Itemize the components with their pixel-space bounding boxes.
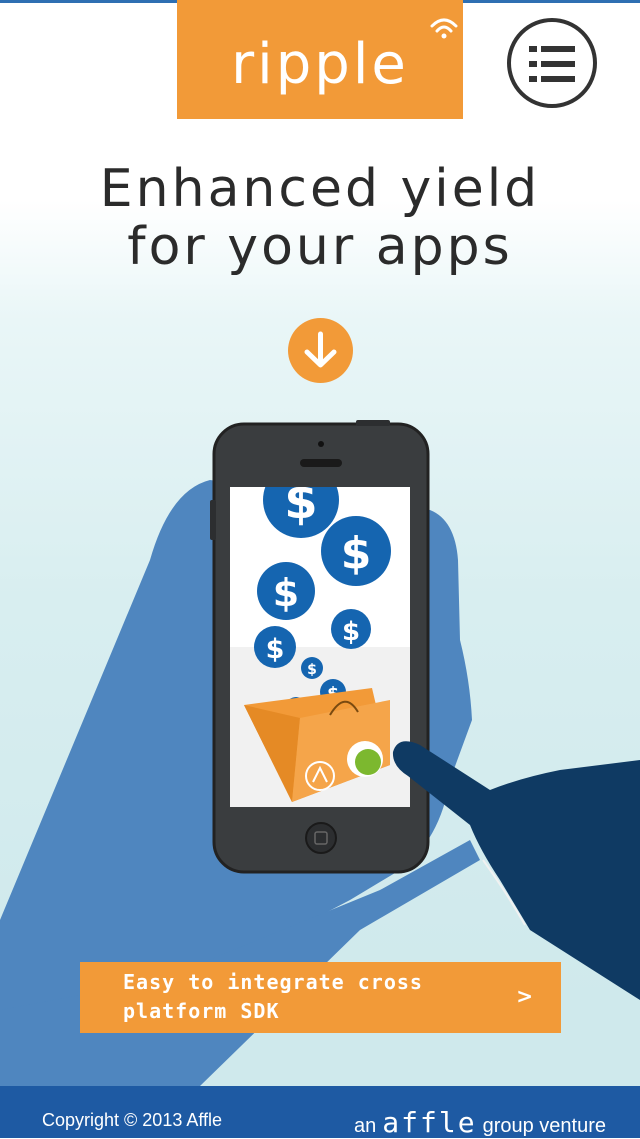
headline-line-2: for your apps: [127, 217, 513, 277]
venture-prefix: an: [354, 1115, 377, 1137]
svg-text:$: $: [266, 634, 285, 665]
chevron-right-icon: >: [516, 984, 533, 1008]
sdk-cta-button[interactable]: Easy to integrate cross platform SDK >: [80, 962, 561, 1033]
hero-headline: Enhanced yield for your apps: [0, 160, 640, 276]
arrow-down-icon: [304, 331, 337, 368]
copyright-text: Copyright © 2013 Affle: [42, 1110, 223, 1130]
footer: Copyright © 2013 Affle an affle group ve…: [0, 1086, 640, 1139]
signal-icon: [430, 18, 458, 39]
svg-text:$: $: [341, 528, 372, 579]
svg-text:$: $: [342, 617, 360, 647]
logo-text: ripple: [231, 32, 409, 97]
headline-line-1: Enhanced yield: [99, 159, 541, 219]
venture-suffix: group venture: [482, 1115, 606, 1137]
cta-label: Easy to integrate cross platform SDK: [123, 970, 423, 1023]
svg-text:$: $: [273, 571, 299, 615]
affle-logo: affle: [382, 1106, 477, 1139]
affle-venture-link[interactable]: an affle group venture: [354, 1106, 606, 1139]
ripple-logo[interactable]: ripple: [177, 0, 463, 119]
scroll-down-button[interactable]: [288, 318, 353, 383]
menu-list-icon: [529, 46, 575, 82]
menu-button[interactable]: [507, 18, 597, 108]
svg-text:$: $: [307, 662, 317, 678]
